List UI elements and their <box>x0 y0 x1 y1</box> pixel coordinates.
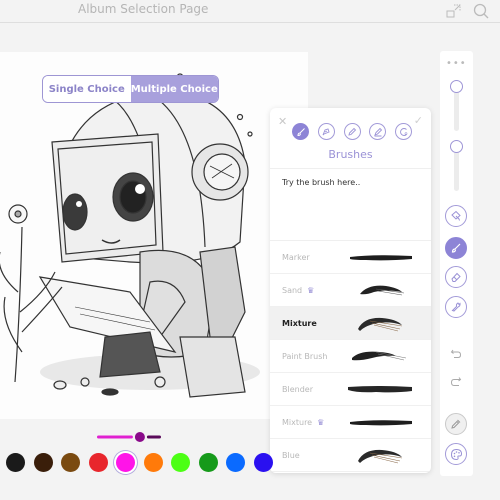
color-swatch[interactable] <box>143 453 163 472</box>
opacity-slider-track[interactable] <box>454 87 459 131</box>
color-swatches <box>6 453 274 475</box>
brush-row[interactable]: Mixture <box>270 307 431 340</box>
size-slider-track[interactable] <box>454 147 459 191</box>
brush-name: Paint Brush <box>282 351 328 361</box>
pen-tip-icon[interactable] <box>317 123 335 140</box>
pencil-icon[interactable] <box>343 123 361 140</box>
opacity-slider-knob[interactable] <box>450 80 463 93</box>
color-swatch[interactable] <box>61 453 80 472</box>
single-choice-option[interactable]: Single Choice <box>43 76 131 102</box>
premium-crown-icon: ♛ <box>317 417 325 427</box>
brush-row[interactable]: Blender <box>270 373 431 406</box>
fill-bucket-icon[interactable] <box>445 205 467 227</box>
brush-row[interactable]: Marker <box>270 241 431 274</box>
color-swatch[interactable] <box>88 453 108 472</box>
undo-icon[interactable] <box>445 342 467 364</box>
brush-icon[interactable] <box>292 123 309 140</box>
palette-icon[interactable] <box>445 443 467 465</box>
brush-name: Mixture ♛ <box>282 417 325 427</box>
size-slider-knob[interactable] <box>450 140 463 153</box>
color-swatch[interactable] <box>171 453 190 472</box>
color-swatch[interactable] <box>226 453 245 472</box>
brush-row[interactable]: Mixture ♛ <box>270 406 431 439</box>
color-swatch[interactable] <box>198 453 218 472</box>
brush-stroke-preview <box>350 420 412 426</box>
size-slider-knob <box>134 432 145 442</box>
multiple-choice-option[interactable]: Multiple Choice <box>130 76 218 102</box>
color-swatch[interactable] <box>6 453 25 472</box>
color-swatch[interactable] <box>253 453 273 472</box>
more-options-icon[interactable]: ••• <box>446 58 467 69</box>
premium-crown-icon: ♛ <box>307 285 315 295</box>
brush-name: Marker <box>282 252 310 262</box>
brush-size-slider[interactable] <box>97 431 163 443</box>
eraser-icon[interactable] <box>445 266 467 288</box>
brush-icon[interactable] <box>445 237 467 259</box>
marker-icon[interactable] <box>369 123 387 140</box>
vertical-toolbar: ••• <box>440 51 473 476</box>
brush-stroke-preview <box>350 255 412 261</box>
brush-stroke-preview <box>360 285 405 296</box>
brush-stroke-preview <box>352 351 407 361</box>
search-icon[interactable] <box>472 2 490 20</box>
brush-name: Blue <box>282 450 300 460</box>
brush-type-tabs <box>292 123 412 141</box>
brush-panel: ✕ ✓ Brushes Try the brush here.. Marker S… <box>270 108 431 473</box>
brush-row[interactable]: Paint Brush <box>270 340 431 373</box>
size-slider-track-right <box>146 435 161 439</box>
brush-stroke-preview <box>348 386 412 393</box>
page-title: Album Selection Page <box>78 2 209 16</box>
size-slider-track-left <box>97 435 133 439</box>
brush-try-area[interactable]: Try the brush here.. <box>282 178 360 187</box>
brush-row[interactable]: Sand ♛ <box>270 274 431 307</box>
drawing-canvas[interactable]: Single Choice Multiple Choice <box>0 52 308 419</box>
color-swatch[interactable] <box>33 453 53 472</box>
brush-stroke-preview <box>358 317 403 332</box>
brush-name: Mixture <box>282 318 317 328</box>
brush-row[interactable]: Blue <box>270 439 431 472</box>
selection-mode-toggle: Single Choice Multiple Choice <box>42 75 219 103</box>
panel-title: Brushes <box>328 148 373 161</box>
robot-illustration <box>0 73 260 398</box>
brush-stroke-preview <box>358 449 403 464</box>
confirm-check-icon[interactable]: ✓ <box>414 114 423 127</box>
app-header: Album Selection Page <box>0 0 500 23</box>
brush-name: Sand ♛ <box>282 285 315 295</box>
eyedropper-icon[interactable] <box>445 413 467 435</box>
divider <box>270 168 431 169</box>
close-icon[interactable]: ✕ <box>278 115 287 128</box>
eraser-shape-icon[interactable] <box>395 123 412 140</box>
color-swatch[interactable] <box>116 453 135 472</box>
wrench-icon[interactable] <box>445 296 467 318</box>
brush-list: Marker Sand ♛ Mixture Paint Brush Blender Mixt… <box>270 241 431 472</box>
redo-icon[interactable] <box>445 371 467 393</box>
brush-name: Blender <box>282 384 313 394</box>
expand-icon[interactable] <box>445 2 463 20</box>
